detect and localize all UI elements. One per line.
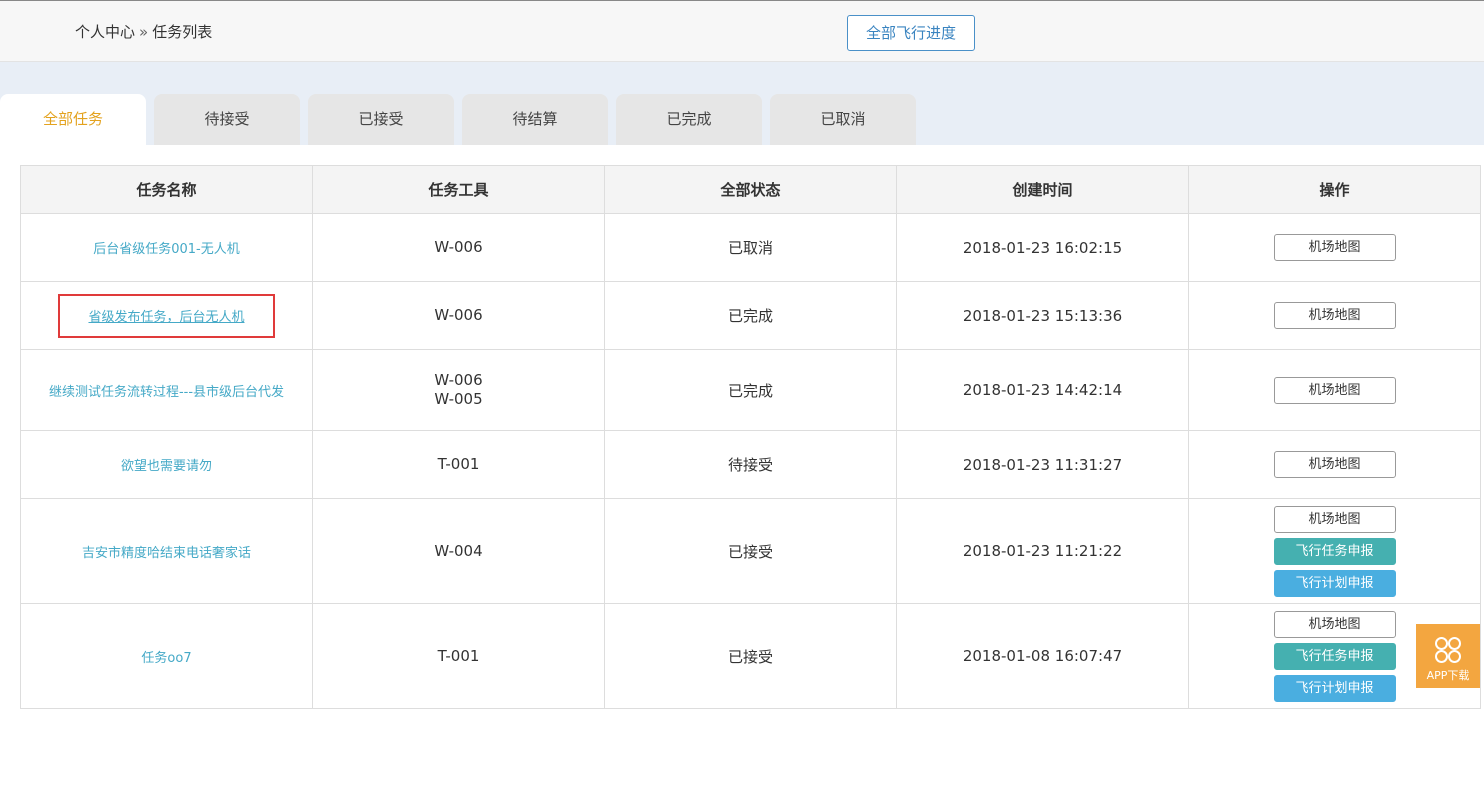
task-actions-cell: 机场地图: [1188, 349, 1481, 431]
task-created-time: 2018-01-23 11:31:27: [896, 430, 1189, 499]
column-header-created-time: 创建时间: [896, 165, 1189, 214]
breadcrumb-current: 任务列表: [152, 23, 213, 41]
task-tool: W-005: [434, 390, 483, 408]
tab-all-tasks[interactable]: 全部任务: [0, 94, 146, 145]
task-name-link[interactable]: 吉安市精度哈结束电话奢家话: [82, 546, 251, 561]
task-tool-cell: W-006: [312, 213, 605, 282]
breadcrumb: 个人中心» 任务列表: [75, 21, 212, 42]
task-tool-cell: T-001: [312, 603, 605, 709]
task-name-cell: 省级发布任务，后台无人机: [20, 281, 313, 350]
task-created-time: 2018-01-08 16:07:47: [896, 603, 1189, 709]
task-tool: W-006: [434, 306, 483, 324]
task-tool-cell: W-006: [312, 281, 605, 350]
app-grid-icon: [1435, 637, 1461, 663]
airport-map-button[interactable]: 机场地图: [1273, 234, 1396, 261]
task-created-time: 2018-01-23 16:02:15: [896, 213, 1189, 282]
table-row: 省级发布任务，后台无人机 W-006 已完成 2018-01-23 15:13:…: [20, 281, 1481, 350]
task-name-cell: 吉安市精度哈结束电话奢家话: [20, 498, 313, 604]
task-name-link[interactable]: 欲望也需要请勿: [121, 459, 212, 474]
app-download-label: APP下载: [1426, 669, 1470, 682]
task-name-link[interactable]: 任务oo7: [141, 651, 191, 666]
task-status: 已完成: [604, 281, 897, 350]
flight-plan-report-button[interactable]: 飞行计划申报: [1273, 674, 1396, 702]
column-header-status: 全部状态: [604, 165, 897, 214]
breadcrumb-separator: »: [139, 23, 149, 41]
task-name-cell: 欲望也需要请勿: [20, 430, 313, 499]
task-created-time: 2018-01-23 11:21:22: [896, 498, 1189, 604]
task-created-time: 2018-01-23 14:42:14: [896, 349, 1189, 431]
table-header-row: 任务名称 任务工具 全部状态 创建时间 操作: [20, 165, 1481, 214]
flight-task-report-button[interactable]: 飞行任务申报: [1273, 642, 1396, 670]
airport-map-button[interactable]: 机场地图: [1273, 610, 1396, 638]
tab-bar: 全部任务 待接受 已接受 待结算 已完成 已取消: [0, 62, 1484, 145]
task-status: 已接受: [604, 603, 897, 709]
task-name-cell: 继续测试任务流转过程---县市级后台代发: [20, 349, 313, 431]
table-row: 欲望也需要请勿 T-001 待接受 2018-01-23 11:31:27 机场…: [20, 430, 1481, 499]
breadcrumb-home[interactable]: 个人中心: [75, 23, 135, 41]
task-actions-cell: 机场地图: [1188, 213, 1481, 282]
task-created-time: 2018-01-23 15:13:36: [896, 281, 1189, 350]
airport-map-button[interactable]: 机场地图: [1273, 302, 1396, 329]
task-tool-cell: W-004: [312, 498, 605, 604]
table-row: 吉安市精度哈结束电话奢家话 W-004 已接受 2018-01-23 11:21…: [20, 498, 1481, 604]
task-name-cell: 后台省级任务001-无人机: [20, 213, 313, 282]
airport-map-button[interactable]: 机场地图: [1273, 376, 1396, 404]
column-header-task-tool: 任务工具: [312, 165, 605, 214]
top-bar: 个人中心» 任务列表 全部飞行进度: [0, 0, 1484, 62]
task-tool: W-004: [434, 541, 483, 560]
task-tool-cell: W-006 W-005: [312, 349, 605, 431]
table-row: 任务oo7 T-001 已接受 2018-01-08 16:07:47 机场地图…: [20, 603, 1481, 709]
table-row: 继续测试任务流转过程---县市级后台代发 W-006 W-005 已完成 2018…: [20, 349, 1481, 431]
task-actions-cell: 机场地图: [1188, 281, 1481, 350]
task-tool: T-001: [437, 646, 480, 665]
flight-task-report-button[interactable]: 飞行任务申报: [1273, 537, 1396, 565]
tab-pending-settlement[interactable]: 待结算: [462, 94, 608, 145]
flight-plan-report-button[interactable]: 飞行计划申报: [1273, 569, 1396, 597]
app-download-button[interactable]: APP下载: [1416, 624, 1480, 688]
tab-accepted[interactable]: 已接受: [308, 94, 454, 145]
task-status: 已完成: [604, 349, 897, 431]
all-flight-progress-button[interactable]: 全部飞行进度: [847, 15, 975, 51]
tab-cancelled[interactable]: 已取消: [770, 94, 916, 145]
tab-completed[interactable]: 已完成: [616, 94, 762, 145]
task-name-link[interactable]: 省级发布任务，后台无人机: [88, 310, 244, 325]
task-tool: W-006: [434, 371, 483, 389]
task-name-link[interactable]: 继续测试任务流转过程---县市级后台代发: [49, 385, 284, 400]
table-row: 后台省级任务001-无人机 W-006 已取消 2018-01-23 16:02…: [20, 213, 1481, 282]
task-tool-cell: T-001: [312, 430, 605, 499]
highlight-box: 省级发布任务，后台无人机: [58, 293, 275, 338]
tab-pending-accept[interactable]: 待接受: [154, 94, 300, 145]
task-status: 已接受: [604, 498, 897, 604]
airport-map-button[interactable]: 机场地图: [1273, 505, 1396, 533]
task-actions-cell: 机场地图 飞行任务申报 飞行计划申报: [1188, 498, 1481, 604]
task-name-cell: 任务oo7: [20, 603, 313, 709]
task-name-link[interactable]: 后台省级任务001-无人机: [93, 242, 240, 257]
column-header-task-name: 任务名称: [20, 165, 313, 214]
task-actions-cell: 机场地图: [1188, 430, 1481, 499]
task-status: 已取消: [604, 213, 897, 282]
column-header-actions: 操作: [1188, 165, 1481, 214]
task-status: 待接受: [604, 430, 897, 499]
task-list-panel: 任务名称 任务工具 全部状态 创建时间 操作 后台省级任务001-无人机 W-0…: [0, 145, 1484, 807]
task-table: 任务名称 任务工具 全部状态 创建时间 操作 后台省级任务001-无人机 W-0…: [20, 165, 1481, 709]
airport-map-button[interactable]: 机场地图: [1273, 451, 1396, 478]
task-tool: W-006: [434, 238, 483, 256]
task-tool: T-001: [437, 455, 480, 473]
